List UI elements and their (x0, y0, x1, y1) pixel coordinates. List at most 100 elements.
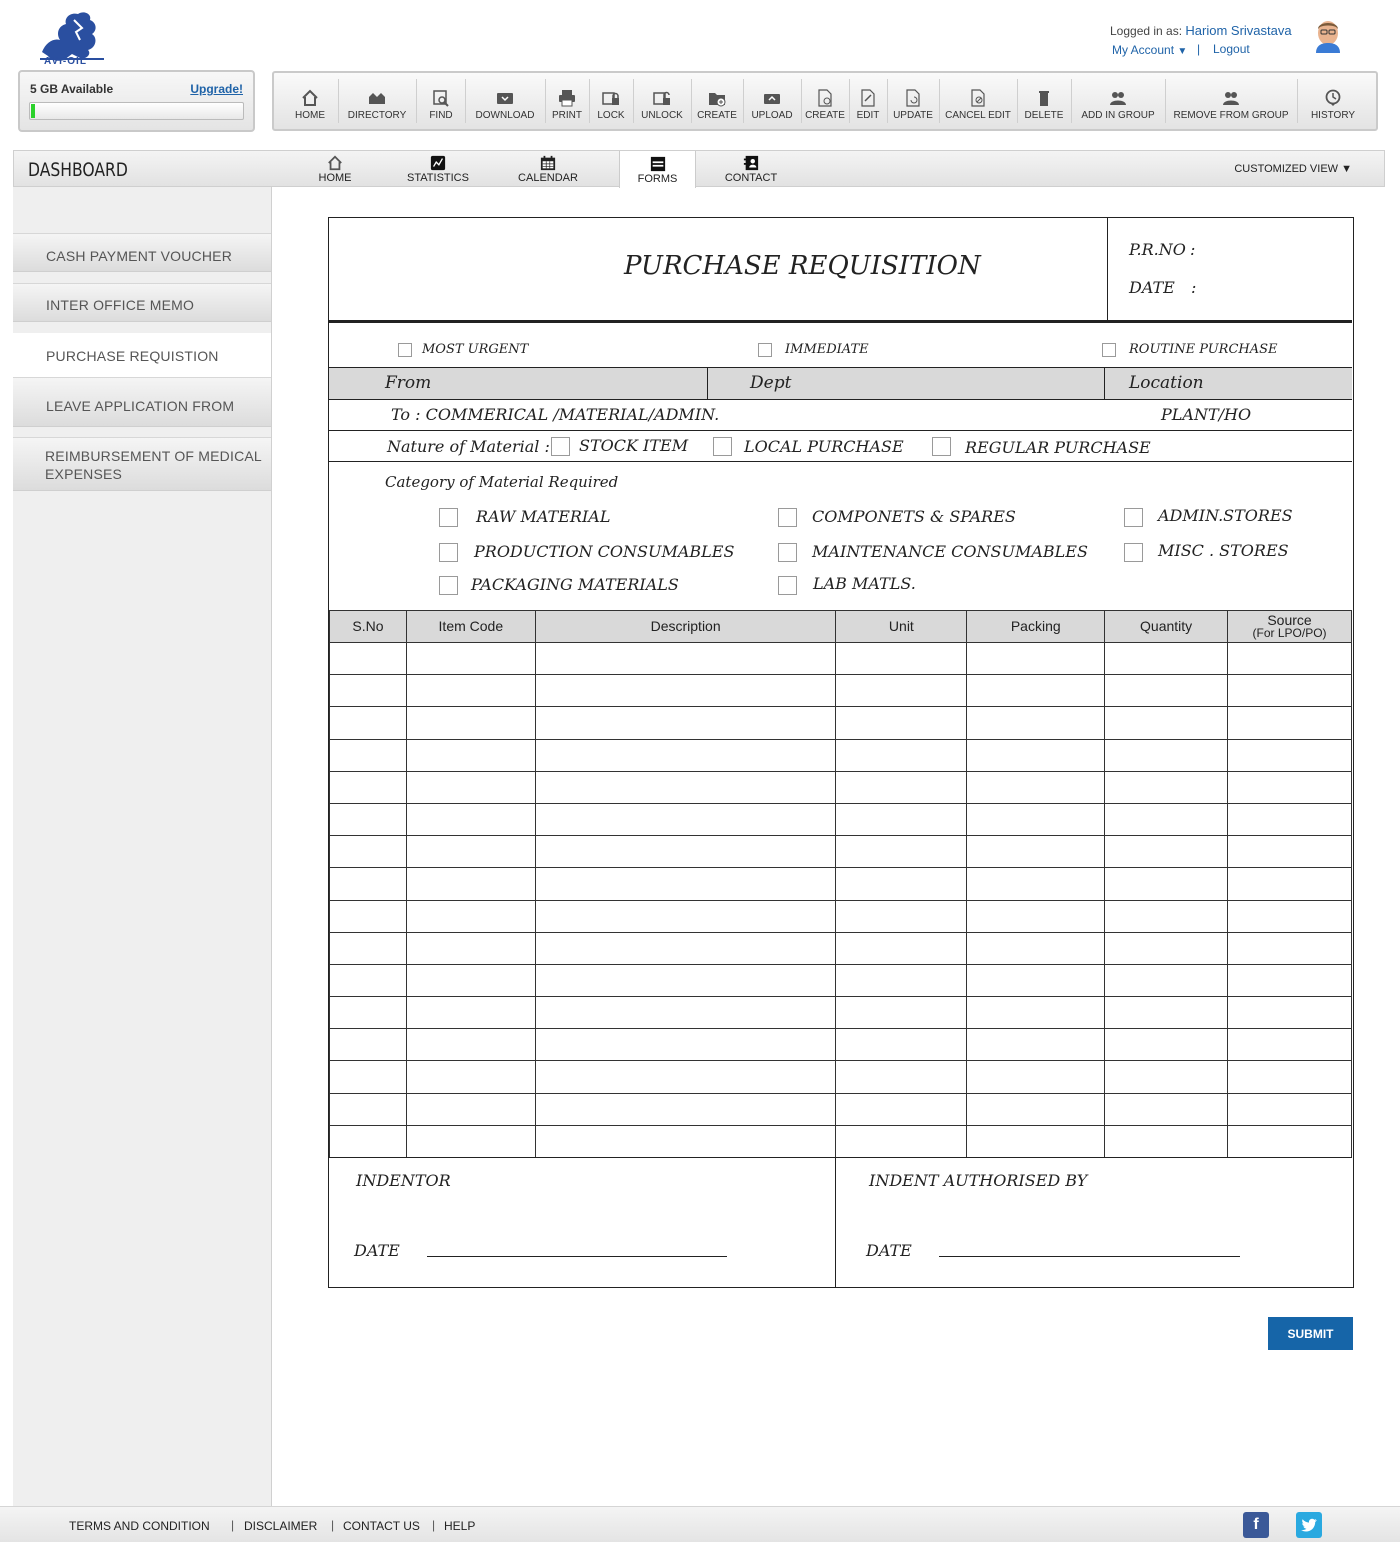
table-cell[interactable] (1104, 835, 1229, 869)
misc-stores-checkbox[interactable] (1124, 543, 1143, 562)
table-cell[interactable] (329, 899, 407, 933)
table-cell[interactable] (329, 1028, 407, 1062)
table-cell[interactable] (835, 931, 968, 965)
toolbar-update-button[interactable]: UPDATE (888, 73, 938, 129)
table-cell[interactable] (405, 706, 536, 740)
upgrade-link[interactable]: Upgrade! (190, 82, 243, 96)
immediate-checkbox[interactable] (758, 343, 772, 357)
customized-view-dropdown[interactable]: CUSTOMIZED VIEW ▼ (1234, 163, 1352, 175)
table-cell[interactable] (835, 1060, 968, 1094)
table-cell[interactable] (1227, 802, 1352, 837)
table-cell[interactable] (1227, 867, 1352, 901)
table-cell[interactable] (405, 996, 536, 1030)
table-cell[interactable] (534, 963, 837, 998)
table-cell[interactable] (1104, 641, 1229, 676)
table-cell[interactable] (966, 899, 1106, 933)
table-cell[interactable] (534, 931, 837, 965)
footer-disclaimer-link[interactable]: DISCLAIMER (244, 1519, 317, 1533)
table-cell[interactable] (405, 641, 536, 676)
components-spares-checkbox[interactable] (778, 508, 797, 527)
table-cell[interactable] (534, 770, 837, 804)
table-cell[interactable] (1104, 1028, 1229, 1062)
table-cell[interactable] (966, 931, 1106, 965)
toolbar-lock-button[interactable]: LOCK (590, 73, 632, 129)
table-cell[interactable] (405, 802, 536, 837)
table-cell[interactable] (835, 674, 968, 708)
table-cell[interactable] (835, 996, 968, 1030)
table-cell[interactable] (1227, 1124, 1352, 1159)
table-cell[interactable] (329, 835, 407, 869)
table-cell[interactable] (1104, 963, 1229, 998)
table-cell[interactable] (835, 867, 968, 901)
table-cell[interactable] (1104, 1124, 1229, 1159)
toolbar-home-button[interactable]: HOME (282, 73, 338, 129)
tab-calendar[interactable]: CALENDAR (512, 151, 584, 187)
table-cell[interactable] (835, 770, 968, 804)
table-cell[interactable] (1104, 738, 1229, 772)
table-cell[interactable] (534, 1028, 837, 1062)
toolbar-delete-button[interactable]: DELETE (1018, 73, 1070, 129)
table-cell[interactable] (329, 1092, 407, 1126)
toolbar-print-button[interactable]: PRINT (546, 73, 588, 129)
table-cell[interactable] (329, 641, 407, 676)
packaging-materials-checkbox[interactable] (439, 576, 458, 595)
raw-material-checkbox[interactable] (439, 508, 458, 527)
table-cell[interactable] (1227, 835, 1352, 869)
sidebar-item-medical-reimbursement[interactable]: REIMBURSEMENT OF MEDICAL EXPENSES (13, 437, 271, 491)
toolbar-history-button[interactable]: HISTORY (1298, 73, 1368, 129)
sidebar-item-leave-application[interactable]: LEAVE APPLICATION FROM (13, 377, 271, 427)
table-cell[interactable] (405, 738, 536, 772)
table-cell[interactable] (534, 706, 837, 740)
table-cell[interactable] (1104, 706, 1229, 740)
table-cell[interactable] (405, 899, 536, 933)
toolbar-find-button[interactable]: FIND (418, 73, 464, 129)
table-cell[interactable] (1227, 996, 1352, 1030)
toolbar-upload-button[interactable]: UPLOAD (744, 73, 800, 129)
footer-contact-link[interactable]: CONTACT US (343, 1519, 420, 1533)
table-cell[interactable] (329, 867, 407, 901)
table-cell[interactable] (534, 899, 837, 933)
table-cell[interactable] (534, 674, 837, 708)
table-cell[interactable] (329, 706, 407, 740)
table-cell[interactable] (1104, 674, 1229, 708)
toolbar-create-button[interactable]: CREATE (692, 73, 742, 129)
table-cell[interactable] (1104, 1092, 1229, 1126)
table-cell[interactable] (405, 1028, 536, 1062)
toolbar-unlock-button[interactable]: UNLOCK (634, 73, 690, 129)
sidebar-item-cash-payment-voucher[interactable]: CASH PAYMENT VOUCHER (13, 233, 271, 272)
table-cell[interactable] (329, 802, 407, 837)
table-cell[interactable] (534, 1060, 837, 1094)
tab-statistics[interactable]: STATISTICS (402, 151, 474, 187)
tab-contact[interactable]: CONTACT (720, 151, 782, 187)
table-cell[interactable] (534, 996, 837, 1030)
lab-materials-checkbox[interactable] (778, 576, 797, 595)
authorised-date-line[interactable] (939, 1256, 1240, 1257)
table-cell[interactable] (405, 835, 536, 869)
table-cell[interactable] (405, 1124, 536, 1159)
table-cell[interactable] (329, 738, 407, 772)
sidebar-item-purchase-requisition[interactable]: PURCHASE REQUISTION (13, 333, 271, 377)
table-cell[interactable] (1104, 1060, 1229, 1094)
table-cell[interactable] (835, 706, 968, 740)
table-cell[interactable] (534, 641, 837, 676)
table-cell[interactable] (405, 674, 536, 708)
table-cell[interactable] (966, 963, 1106, 998)
local-purchase-checkbox[interactable] (713, 437, 732, 456)
table-cell[interactable] (835, 1028, 968, 1062)
stock-item-checkbox[interactable] (551, 437, 570, 456)
submit-button[interactable]: SUBMIT (1268, 1317, 1353, 1350)
toolbar-add-in-group-button[interactable]: ADD IN GROUP (1072, 73, 1164, 129)
table-cell[interactable] (329, 770, 407, 804)
toolbar-directory-button[interactable]: DIRECTORY (340, 73, 414, 129)
facebook-icon[interactable]: f (1243, 1512, 1269, 1538)
table-cell[interactable] (405, 770, 536, 804)
production-consumables-checkbox[interactable] (439, 543, 458, 562)
table-cell[interactable] (329, 674, 407, 708)
table-cell[interactable] (329, 963, 407, 998)
table-cell[interactable] (966, 706, 1106, 740)
table-cell[interactable] (835, 802, 968, 837)
table-cell[interactable] (1104, 899, 1229, 933)
most-urgent-checkbox[interactable] (398, 343, 412, 357)
table-cell[interactable] (966, 867, 1106, 901)
table-cell[interactable] (405, 1060, 536, 1094)
